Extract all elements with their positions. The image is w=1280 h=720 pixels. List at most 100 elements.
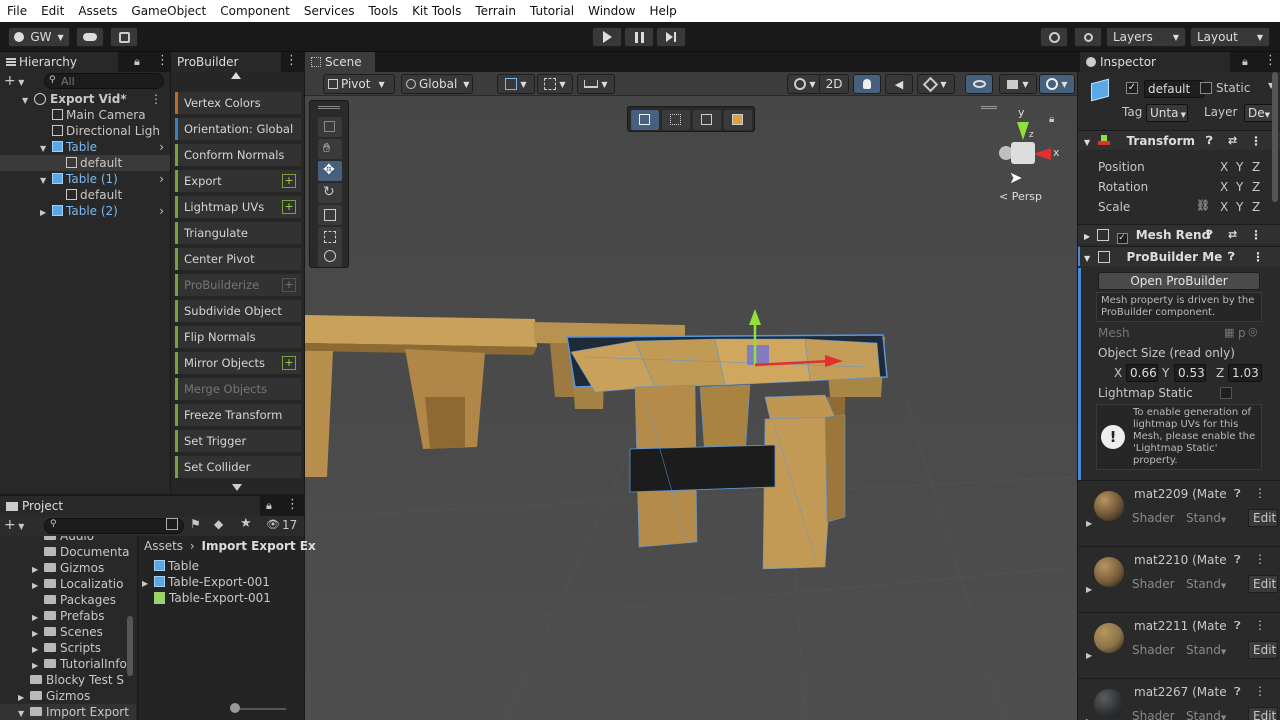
effects-dropdown[interactable]: ▼ <box>917 74 955 94</box>
move-tool-button[interactable]: ✥ <box>318 161 342 181</box>
axis-x-field[interactable]: X <box>1220 200 1228 214</box>
global-dropdown[interactable]: Global ▼ <box>401 74 473 94</box>
component-menu-icon[interactable]: ⋮ <box>1254 618 1266 632</box>
probuilder-action[interactable]: Subdivide Object <box>175 300 301 322</box>
more-menu-icon[interactable]: ⋮ <box>286 497 299 512</box>
hierarchy-item[interactable]: default <box>0 155 170 171</box>
component-menu-icon[interactable]: ⋮ <box>1252 247 1264 267</box>
axis-y-field[interactable]: Y <box>1236 200 1243 214</box>
axis-z-field[interactable]: Z <box>1252 160 1260 174</box>
orientation-gizmo[interactable]: 🔒︎ y z x < Persp ➤ <box>981 106 1073 216</box>
expand-icon[interactable]: ▶ <box>1086 519 1092 528</box>
edit-material-button[interactable]: Edit <box>1248 509 1278 527</box>
menu-item-terrain[interactable]: Terrain <box>468 4 523 18</box>
hierarchy-item[interactable]: Directional Ligh <box>0 123 170 139</box>
project-folder[interactable]: ▶ Gizmos <box>0 560 136 576</box>
increment-snap-button[interactable]: ▼ <box>537 74 573 94</box>
hidden-objects-toggle[interactable] <box>965 74 993 94</box>
axis-x-field[interactable]: X <box>1220 160 1228 174</box>
scroll-up-icon[interactable] <box>231 72 241 79</box>
project-folder[interactable]: ▶ Scripts <box>0 640 136 656</box>
object-name-field[interactable]: default <box>1144 80 1204 98</box>
hierarchy-search-input[interactable] <box>61 74 141 88</box>
ruler-button[interactable]: ▼ <box>577 74 615 94</box>
menu-item-tutorial[interactable]: Tutorial <box>523 4 581 18</box>
project-folder[interactable]: Packages <box>0 592 136 608</box>
menu-item-services[interactable]: Services <box>297 4 362 18</box>
view-tool-button[interactable] <box>318 117 342 137</box>
camera-dropdown[interactable]: ▼ <box>999 74 1037 94</box>
hierarchy-item[interactable]: Main Camera <box>0 107 170 123</box>
component-menu-icon[interactable]: ⋮ <box>1250 131 1262 151</box>
open-probuilder-button[interactable]: Open ProBuilder <box>1098 272 1260 290</box>
shading-mode-dropdown[interactable]: ▼ <box>787 74 823 94</box>
edit-material-button[interactable]: Edit <box>1248 707 1278 720</box>
options-plus-button[interactable]: + <box>282 356 296 370</box>
more-menu-icon[interactable]: ⋮ <box>150 91 162 107</box>
menu-item-window[interactable]: Window <box>581 4 642 18</box>
object-mode-button[interactable] <box>631 110 659 130</box>
favorite-star-icon[interactable]: ★ <box>240 516 252 531</box>
probuilder-action[interactable]: Freeze Transform <box>175 404 301 426</box>
probuilder-action[interactable]: Lightmap UVs + <box>175 196 301 218</box>
menu-item-component[interactable]: Component <box>213 4 297 18</box>
axis-z-field[interactable]: Z <box>1252 200 1260 214</box>
perspective-label[interactable]: < Persp <box>999 190 1042 203</box>
project-folder[interactable]: Documenta <box>0 544 136 560</box>
rotate-tool-button[interactable]: ↻ <box>318 183 342 203</box>
edit-material-button[interactable]: Edit <box>1248 641 1278 659</box>
expand-icon[interactable]: ▶ <box>32 610 44 624</box>
options-plus-button[interactable]: + <box>282 200 296 214</box>
project-file[interactable]: ▶ Table-Export-001 <box>142 574 302 590</box>
expand-icon[interactable]: ▶ <box>32 562 44 576</box>
hierarchy-item[interactable]: ▼ Table (1) › <box>0 171 170 187</box>
probuilder-action[interactable]: Set Collider <box>175 456 301 478</box>
tab-project[interactable]: Project <box>0 496 260 516</box>
lock-icon[interactable]: 🔒︎ <box>1242 55 1248 69</box>
hierarchy-item[interactable]: ▼ Export Vid* ⋮ <box>0 91 170 107</box>
lock-icon[interactable]: 🔒︎ <box>134 55 140 69</box>
tree-scrollbar[interactable] <box>127 616 133 676</box>
menu-item-assets[interactable]: Assets <box>71 4 124 18</box>
hierarchy-item[interactable]: ▼ Table › <box>0 139 170 155</box>
help-icon[interactable]: ❓︎ <box>1234 553 1241 567</box>
tab-hierarchy[interactable]: Hierarchy <box>0 52 118 72</box>
help-icon[interactable]: ❓︎ <box>1234 487 1241 501</box>
project-folder[interactable]: ▶ Gizmos <box>0 688 136 704</box>
breadcrumb-assets[interactable]: Assets <box>144 539 183 553</box>
component-menu-icon[interactable]: ⋮ <box>1254 486 1266 500</box>
shader-dropdown[interactable]: Stand▼ <box>1186 577 1226 591</box>
add-object-button[interactable]: + ▼ <box>4 74 36 90</box>
open-prefab-icon[interactable]: › <box>159 203 164 219</box>
lightmap-static-checkbox[interactable] <box>1220 387 1232 399</box>
search-button[interactable] <box>1074 27 1102 47</box>
project-folder[interactable]: ▶ Prefabs <box>0 608 136 624</box>
snap-grid-button[interactable]: ▼ <box>497 74 535 94</box>
expand-icon[interactable]: ▶ <box>32 642 44 656</box>
menu-item-kit-tools[interactable]: Kit Tools <box>405 4 468 18</box>
search-by-type-icon[interactable] <box>166 518 178 530</box>
lock-icon[interactable]: 🔒︎ <box>266 499 272 513</box>
scene-viewport[interactable] <box>305 97 1077 720</box>
expand-icon[interactable]: ▶ <box>32 658 44 672</box>
transform-header[interactable]: ▼ Transform ❓︎ ⇄ ⋮ <box>1078 130 1280 150</box>
constrain-proportions-icon[interactable]: ⛓ <box>1196 199 1210 212</box>
probuilder-action[interactable]: Mirror Objects + <box>175 352 301 374</box>
hidden-packages-icon[interactable]: 👁︎ <box>266 518 280 531</box>
toggle-2d-button[interactable]: 2D <box>819 74 849 94</box>
axis-z-field[interactable]: Z <box>1252 180 1260 194</box>
hierarchy-item[interactable]: default <box>0 187 170 203</box>
help-icon[interactable]: ❓︎ <box>1234 619 1241 633</box>
probuilder-action[interactable]: Triangulate <box>175 222 301 244</box>
account-dropdown[interactable]: GW ▼ <box>8 27 70 47</box>
expand-icon[interactable]: ▶ <box>18 690 30 704</box>
menu-item-help[interactable]: Help <box>642 4 683 18</box>
probuilder-action[interactable]: ProBuilderize + <box>175 274 301 296</box>
component-menu-icon[interactable]: ⋮ <box>1250 225 1262 245</box>
object-picker-icon[interactable]: ◎ <box>1248 325 1258 338</box>
hierarchy-item[interactable]: ▶ Table (2) › <box>0 203 170 219</box>
component-menu-icon[interactable]: ⋮ <box>1254 684 1266 698</box>
gizmos-dropdown[interactable]: ▼ <box>1039 74 1075 94</box>
axis-y-field[interactable]: Y <box>1236 160 1243 174</box>
project-folder[interactable]: ▶ Scenes <box>0 624 136 640</box>
